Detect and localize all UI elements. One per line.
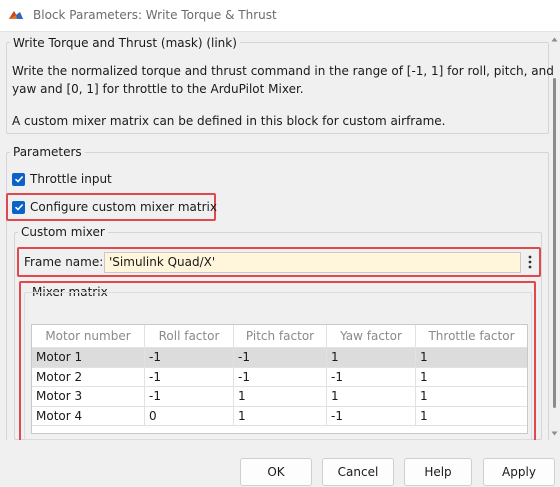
- column-header-yaw-factor[interactable]: Yaw factor: [327, 325, 416, 348]
- scroll-down-arrow-icon[interactable]: [551, 430, 558, 437]
- checkmark-icon[interactable]: [12, 172, 25, 186]
- custom-mixer-header: Custom mixer: [18, 225, 108, 239]
- throttle-input-checkbox[interactable]: Throttle input: [12, 172, 112, 186]
- table-cell[interactable]: 1: [416, 368, 527, 387]
- table-row[interactable]: Motor 1 -1 -1 1 1: [32, 348, 527, 368]
- help-button[interactable]: Help: [404, 458, 472, 486]
- table-cell[interactable]: Motor 3: [32, 387, 145, 407]
- frame-name-input[interactable]: 'Simulink Quad/X': [104, 252, 521, 273]
- table-cell[interactable]: -1: [234, 348, 327, 368]
- table-cell[interactable]: 1: [416, 387, 527, 407]
- ok-button[interactable]: OK: [240, 458, 312, 486]
- description-line-3: A custom mixer matrix can be defined in …: [12, 114, 446, 128]
- table-cell[interactable]: -1: [327, 406, 416, 426]
- table-cell[interactable]: 0: [145, 406, 234, 426]
- window-title: Block Parameters: Write Torque & Thrust: [33, 8, 277, 22]
- table-cell[interactable]: -1: [145, 348, 234, 368]
- simulink-app-icon: [9, 11, 23, 19]
- table-header-row: Motor number Roll factor Pitch factor Ya…: [32, 325, 527, 348]
- table-cell[interactable]: -1: [145, 367, 234, 387]
- table-row[interactable]: Motor 2 -1 -1 -1 1: [32, 367, 527, 387]
- table-cell[interactable]: -1: [327, 367, 416, 387]
- table-cell[interactable]: Motor 4: [32, 406, 145, 426]
- frame-name-label: Frame name:: [24, 255, 104, 269]
- description-line-1: Write the normalized torque and thrust c…: [12, 64, 554, 78]
- column-header-motor-number[interactable]: Motor number: [32, 325, 145, 348]
- table-row[interactable]: Motor 4 0 1 -1 1: [32, 406, 527, 426]
- parameters-header: Parameters: [10, 145, 85, 159]
- throttle-input-label: Throttle input: [30, 172, 112, 186]
- mixer-matrix-table: Motor number Roll factor Pitch factor Ya…: [31, 324, 528, 434]
- description-line-2: yaw and [0, 1] for throttle to the ArduP…: [12, 82, 304, 96]
- column-header-pitch-factor[interactable]: Pitch factor: [234, 325, 327, 348]
- table-cell[interactable]: -1: [234, 367, 327, 387]
- more-options-icon[interactable]: [525, 253, 535, 271]
- table-cell[interactable]: 1: [234, 387, 327, 407]
- mask-header: Write Torque and Thrust (mask) (link): [10, 36, 240, 50]
- column-header-roll-factor[interactable]: Roll factor: [145, 325, 234, 348]
- table-row[interactable]: Motor 3 -1 1 1 1: [32, 387, 527, 407]
- scrollbar-thumb[interactable]: [553, 78, 556, 408]
- vertical-scrollbar[interactable]: [551, 34, 558, 438]
- table-cell[interactable]: Motor 1: [32, 348, 145, 368]
- scroll-up-arrow-icon[interactable]: [551, 36, 558, 43]
- table-cell[interactable]: Motor 2: [32, 367, 145, 387]
- column-header-throttle-factor[interactable]: Throttle factor: [416, 325, 527, 348]
- title-bar: Block Parameters: Write Torque & Thrust: [0, 0, 560, 32]
- configure-custom-mixer-checkbox[interactable]: Configure custom mixer matrix: [12, 200, 217, 214]
- table-cell[interactable]: 1: [234, 406, 327, 426]
- table-cell[interactable]: 1: [327, 387, 416, 407]
- cancel-button[interactable]: Cancel: [322, 458, 394, 486]
- configure-custom-mixer-label: Configure custom mixer matrix: [30, 200, 217, 214]
- checkmark-icon[interactable]: [12, 200, 25, 214]
- table-cell[interactable]: 1: [416, 407, 527, 426]
- apply-button[interactable]: Apply: [483, 458, 555, 486]
- table-cell[interactable]: 1: [416, 348, 527, 368]
- table-cell[interactable]: -1: [145, 387, 234, 407]
- table-cell[interactable]: 1: [327, 348, 416, 368]
